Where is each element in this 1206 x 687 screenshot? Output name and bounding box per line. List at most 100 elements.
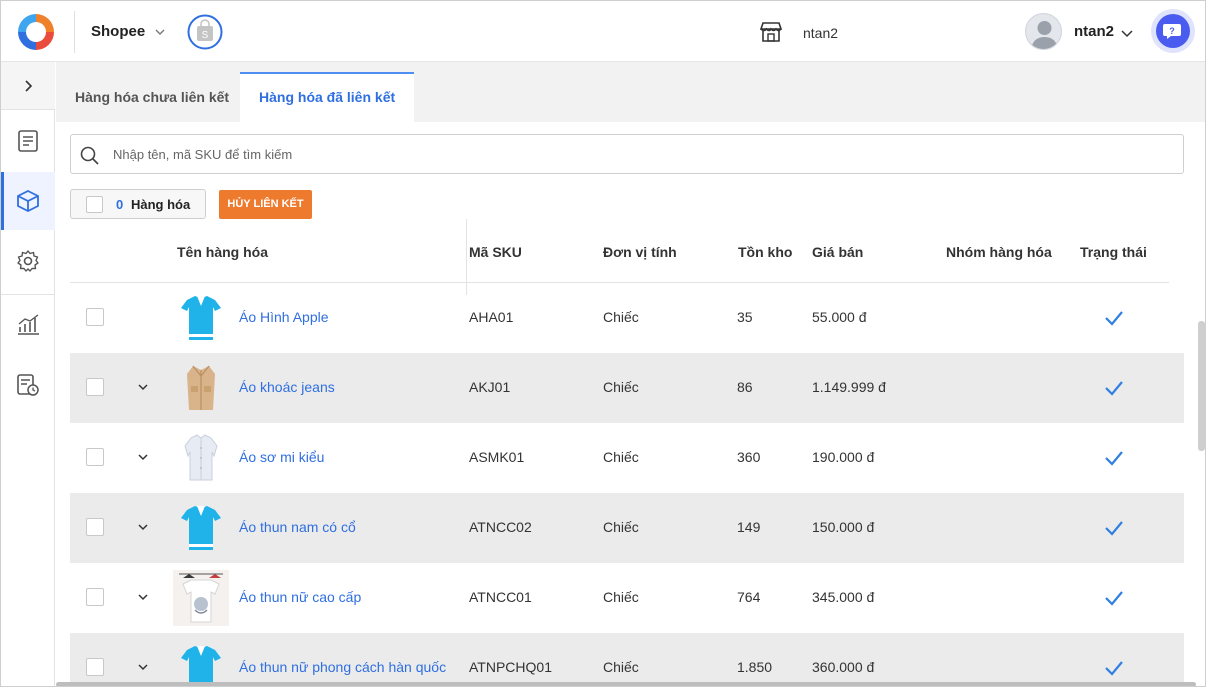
- checkmark-icon: [1105, 661, 1123, 676]
- checkmark-icon: [1105, 451, 1123, 466]
- sidebar-item-analytics[interactable]: [1, 296, 55, 354]
- tab-unlinked-products[interactable]: Hàng hóa chưa liên kết: [56, 72, 248, 122]
- price-cell: 1.149.999 đ: [812, 379, 886, 395]
- row-checkbox[interactable]: [86, 588, 104, 606]
- help-chat-icon: ?: [1156, 14, 1190, 48]
- chevron-down-icon[interactable]: [1120, 26, 1134, 40]
- table-row[interactable]: Áo thun nữ cao cấp ATNCC01 Chiếc 764 345…: [70, 563, 1184, 633]
- column-header-status[interactable]: Trạng thái: [1080, 244, 1147, 260]
- chevron-down-icon[interactable]: [137, 661, 149, 673]
- row-checkbox[interactable]: [86, 308, 104, 326]
- horizontal-scrollbar[interactable]: [56, 682, 1196, 686]
- product-name-link[interactable]: Áo thun nữ phong cách hàn quốc: [239, 659, 446, 675]
- selected-label: Hàng hóa: [131, 197, 191, 212]
- price-cell: 150.000 đ: [812, 519, 875, 535]
- shop-name[interactable]: Shopee: [91, 23, 145, 40]
- column-header-unit[interactable]: Đơn vị tính: [603, 244, 677, 260]
- table-header: Tên hàng hóa Mã SKU Đơn vị tính Tồn kho …: [70, 219, 1169, 295]
- chevron-down-icon[interactable]: [137, 521, 149, 533]
- column-header-name[interactable]: Tên hàng hóa: [177, 244, 268, 260]
- document-icon: [18, 130, 38, 152]
- price-cell: 55.000 đ: [812, 309, 867, 325]
- svg-text:?: ?: [1169, 26, 1175, 36]
- sidebar: [1, 62, 55, 686]
- row-checkbox[interactable]: [86, 518, 104, 536]
- column-header-sku[interactable]: Mã SKU: [469, 244, 522, 260]
- unit-cell: Chiếc: [603, 519, 639, 535]
- checkmark-icon: [1105, 521, 1123, 536]
- stock-cell: 1.850: [737, 659, 773, 675]
- app-window: Shopee S ntan2 ntan2 ? Hàng hóa chưa liê…: [0, 0, 1206, 687]
- user-name[interactable]: ntan2: [1074, 23, 1114, 40]
- search-input[interactable]: [113, 135, 1173, 173]
- svg-text:S: S: [202, 30, 209, 41]
- chart-icon: [18, 314, 39, 335]
- stock-cell: 360: [737, 449, 761, 465]
- sku-cell: AKJ01: [469, 379, 511, 395]
- table-row[interactable]: Áo khoác jeans AKJ01 Chiếc 86 1.149.999 …: [70, 353, 1184, 423]
- row-checkbox[interactable]: [86, 658, 104, 676]
- checkmark-icon: [1105, 381, 1123, 396]
- checkmark-icon: [1105, 311, 1123, 326]
- unit-cell: Chiếc: [603, 659, 639, 675]
- product-name-link[interactable]: Áo khoác jeans: [239, 379, 335, 395]
- product-name-link[interactable]: Áo thun nữ cao cấp: [239, 589, 361, 605]
- row-checkbox[interactable]: [86, 448, 104, 466]
- sidebar-expand-button[interactable]: [1, 62, 55, 110]
- column-header-stock[interactable]: Tồn kho: [738, 244, 792, 260]
- chevron-down-icon[interactable]: [137, 591, 149, 603]
- product-thumbnail: [181, 506, 221, 550]
- vertical-scrollbar[interactable]: [1198, 321, 1205, 451]
- sidebar-item-orders[interactable]: [1, 112, 55, 170]
- table-row[interactable]: Áo Hình Apple AHA01 Chiếc 35 55.000 đ: [70, 283, 1184, 353]
- product-name-link[interactable]: Áo sơ mi kiểu: [239, 449, 324, 465]
- report-clock-icon: [17, 374, 39, 396]
- unit-cell: Chiếc: [603, 589, 639, 605]
- shopee-bag-icon[interactable]: S: [187, 14, 223, 50]
- column-header-group[interactable]: Nhóm hàng hóa: [946, 244, 1052, 260]
- row-checkbox[interactable]: [86, 378, 104, 396]
- checkmark-icon: [1105, 591, 1123, 606]
- select-all-box: 0 Hàng hóa: [70, 189, 206, 219]
- product-thumbnail: [187, 365, 215, 410]
- help-chat-button[interactable]: ?: [1151, 9, 1195, 53]
- unlink-button[interactable]: HỦY LIÊN KẾT: [219, 190, 312, 219]
- sku-cell: ATNCC02: [469, 519, 532, 535]
- header-divider: [74, 11, 75, 53]
- stock-cell: 149: [737, 519, 761, 535]
- box-icon: [17, 189, 39, 213]
- product-name-link[interactable]: Áo Hình Apple: [239, 309, 329, 325]
- sku-cell: AHA01: [469, 309, 514, 325]
- chevron-down-icon[interactable]: [153, 25, 167, 39]
- sidebar-item-reports[interactable]: [1, 356, 55, 414]
- stock-cell: 86: [737, 379, 753, 395]
- unit-cell: Chiếc: [603, 379, 639, 395]
- unit-cell: Chiếc: [603, 449, 639, 465]
- table-row[interactable]: Áo sơ mi kiểu ASMK01 Chiếc 360 190.000 đ: [70, 423, 1184, 493]
- stock-cell: 35: [737, 309, 753, 325]
- product-thumbnail: [184, 434, 218, 481]
- sidebar-item-products[interactable]: [1, 172, 55, 230]
- product-thumbnail: [173, 570, 229, 626]
- unit-cell: Chiếc: [603, 309, 639, 325]
- gear-icon: [17, 250, 39, 272]
- table-row[interactable]: Áo thun nữ phong cách hàn quốc ATNPCHQ01…: [70, 633, 1184, 686]
- search-box: [70, 134, 1184, 174]
- price-cell: 190.000 đ: [812, 449, 875, 465]
- app-logo-icon[interactable]: [15, 11, 57, 53]
- sidebar-item-settings[interactable]: [1, 232, 55, 290]
- chevron-down-icon[interactable]: [137, 451, 149, 463]
- sku-cell: ASMK01: [469, 449, 525, 465]
- table-row[interactable]: Áo thun nam có cổ ATNCC02 Chiếc 149 150.…: [70, 493, 1184, 563]
- store-name: ntan2: [803, 25, 839, 41]
- search-icon: [80, 146, 99, 165]
- tab-linked-products[interactable]: Hàng hóa đã liên kết: [240, 72, 415, 122]
- column-header-price[interactable]: Giá bán: [812, 244, 863, 260]
- price-cell: 345.000 đ: [812, 589, 875, 605]
- chevron-down-icon[interactable]: [137, 381, 149, 393]
- select-all-checkbox[interactable]: [86, 196, 103, 213]
- product-name-link[interactable]: Áo thun nam có cổ: [239, 519, 356, 535]
- user-avatar[interactable]: [1025, 13, 1062, 50]
- stock-cell: 764: [737, 589, 761, 605]
- chevron-right-icon: [25, 80, 33, 92]
